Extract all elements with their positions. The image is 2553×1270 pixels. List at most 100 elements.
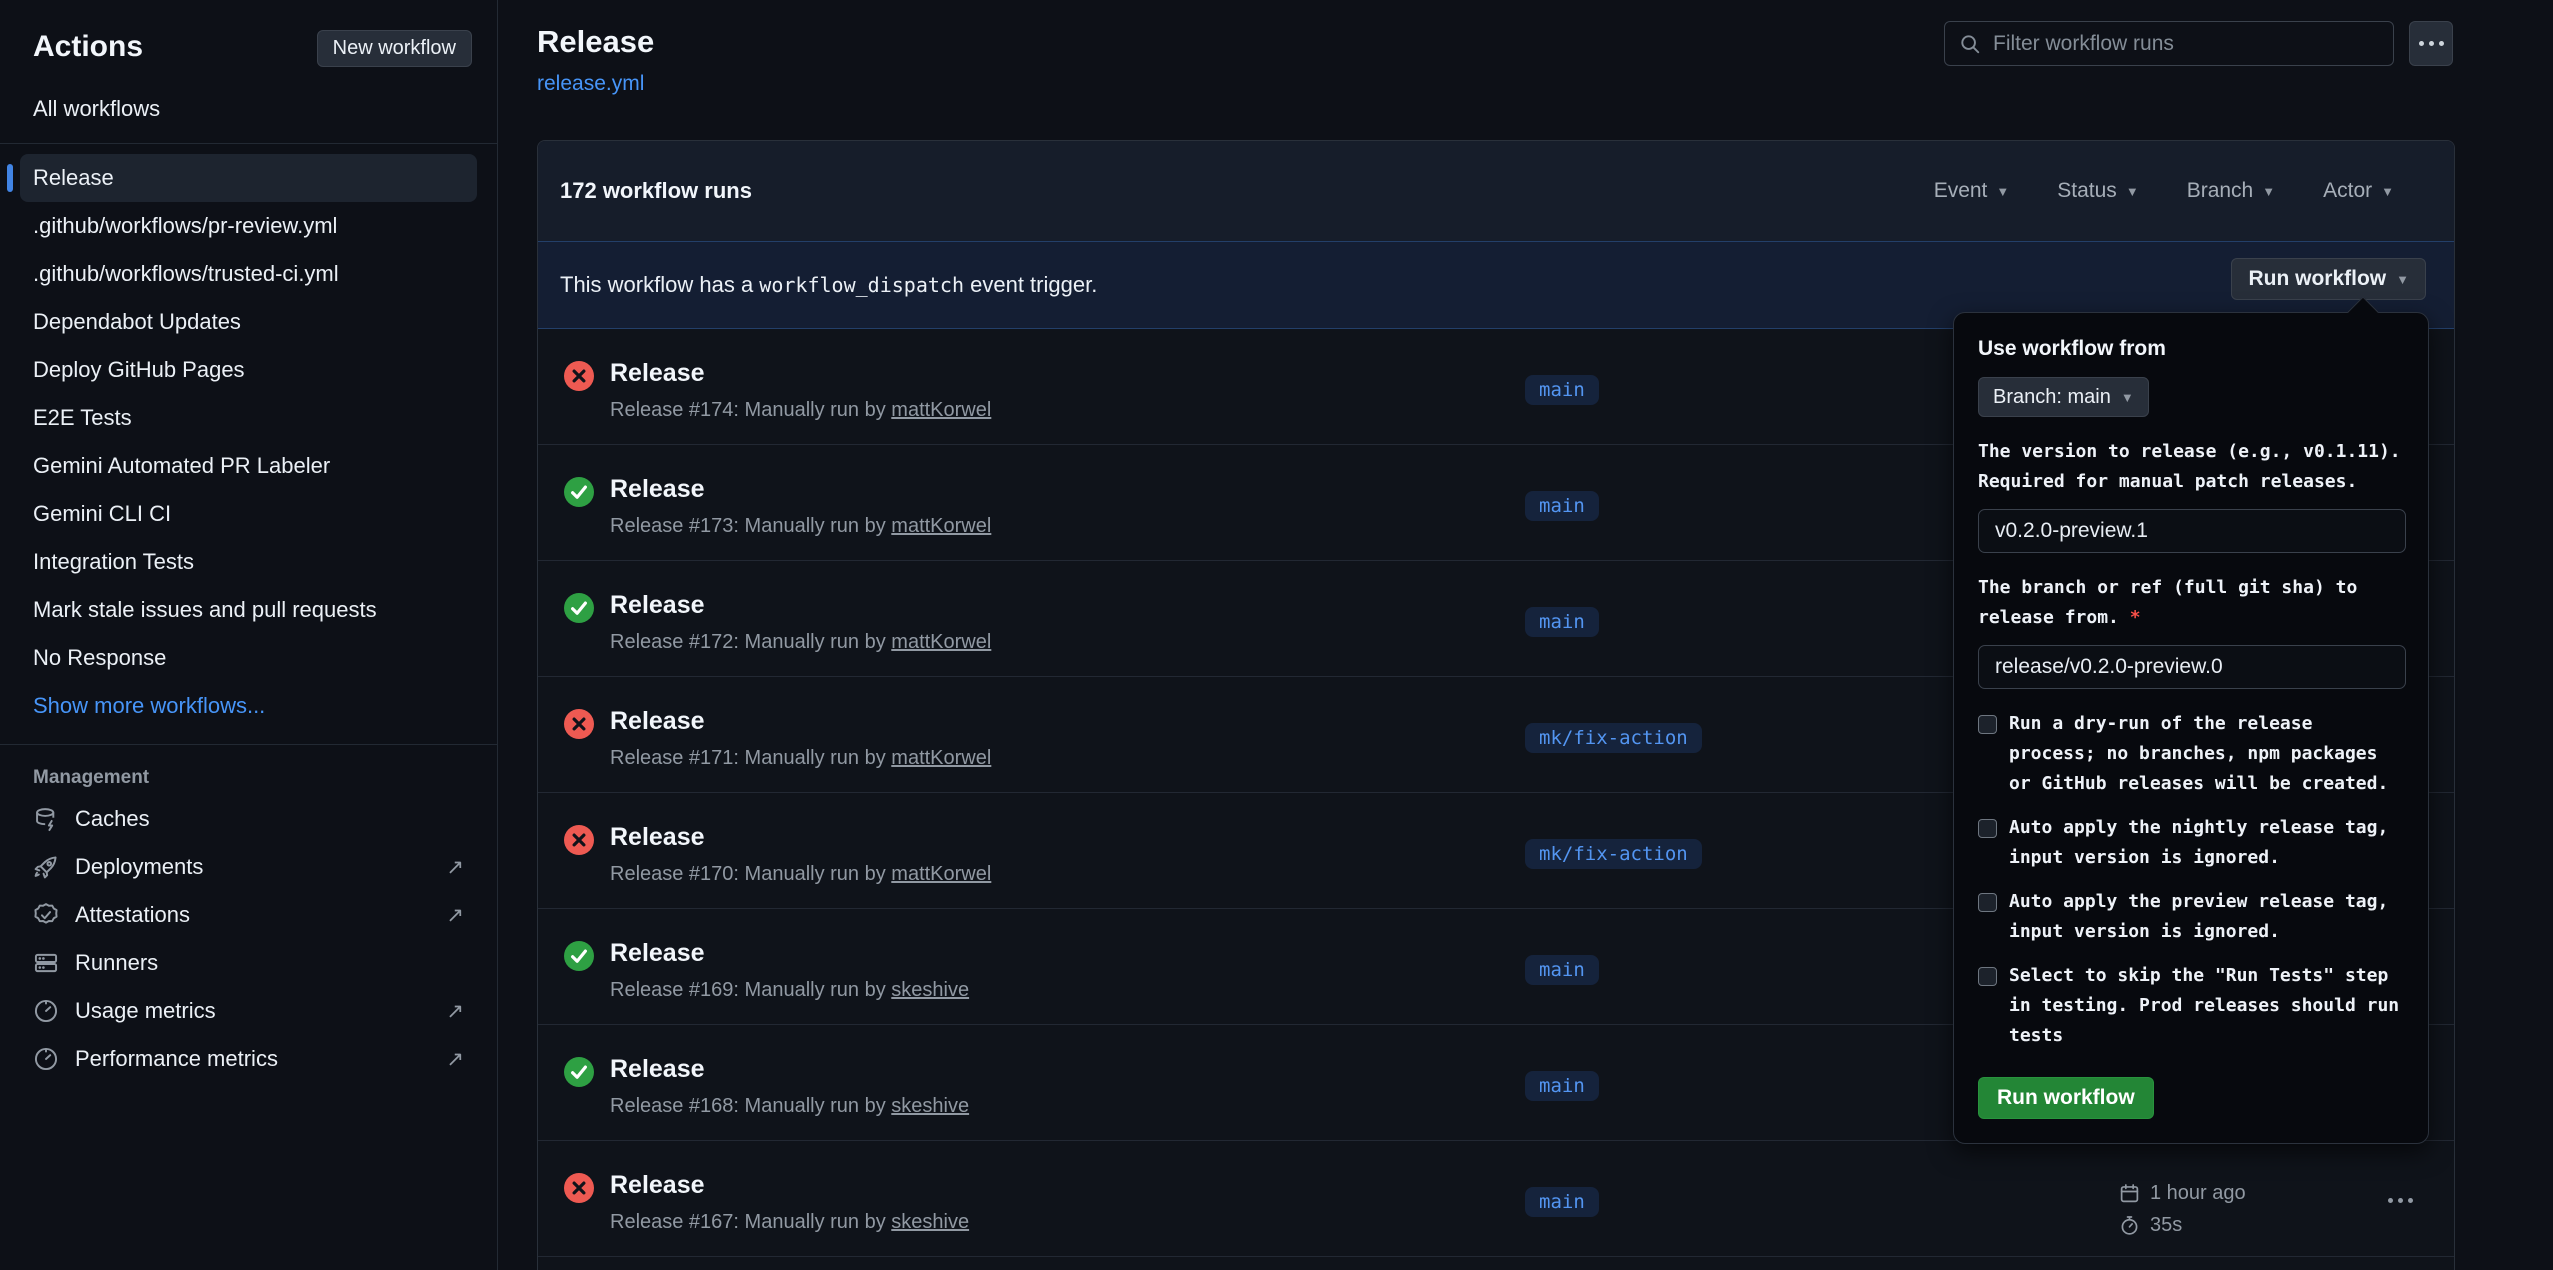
success-icon bbox=[564, 1057, 594, 1087]
sidebar-workflow-item[interactable]: .github/workflows/pr-review.yml bbox=[20, 202, 477, 250]
management-item[interactable]: Attestations ↗ bbox=[20, 891, 477, 939]
workflow-run-row[interactable] bbox=[538, 1257, 2454, 1270]
workflow-title: Release bbox=[537, 24, 654, 60]
rocket-icon bbox=[33, 854, 59, 880]
run-title[interactable]: Release bbox=[610, 937, 969, 969]
sidebar-workflow-item[interactable]: E2E Tests bbox=[20, 394, 477, 442]
checkbox-row[interactable]: Auto apply the nightly release tag, inpu… bbox=[1978, 813, 2404, 873]
branch-chip[interactable]: main bbox=[1525, 491, 1599, 521]
management-item[interactable]: Usage metrics ↗ bbox=[20, 987, 477, 1035]
sidebar: Actions New workflow All workflows Relea… bbox=[0, 0, 498, 1270]
branch-chip[interactable]: mk/fix-action bbox=[1525, 723, 1702, 753]
popover-checkbox-list: Run a dry-run of the release process; no… bbox=[1978, 709, 2404, 1051]
filter-dropdown[interactable]: Event ▼ bbox=[1934, 179, 2010, 203]
chevron-down-icon: ▼ bbox=[2381, 184, 2394, 199]
run-duration: 35s bbox=[2150, 1214, 2182, 1237]
sidebar-workflow-label: Show more workflows... bbox=[33, 693, 265, 719]
checkbox-row[interactable]: Select to skip the "Run Tests" step in t… bbox=[1978, 961, 2404, 1051]
checkbox[interactable] bbox=[1978, 715, 1997, 734]
actor-link[interactable]: mattKorwel bbox=[891, 631, 991, 653]
run-menu-button[interactable] bbox=[2388, 1191, 2413, 1206]
actor-link[interactable]: skeshive bbox=[891, 979, 969, 1001]
branch-selector-button[interactable]: Branch: main ▼ bbox=[1978, 377, 2149, 417]
checkbox[interactable] bbox=[1978, 819, 1997, 838]
run-title[interactable]: Release bbox=[610, 473, 991, 505]
meter-icon bbox=[33, 998, 59, 1024]
kebab-icon bbox=[2388, 1198, 2413, 1203]
version-input-label: The version to release (e.g., v0.1.11). … bbox=[1978, 437, 2404, 497]
branch-chip[interactable]: main bbox=[1525, 955, 1599, 985]
run-subtitle: Release #169: Manually run by skeshive bbox=[610, 979, 969, 1002]
failure-icon bbox=[564, 825, 594, 855]
management-item-label: Performance metrics bbox=[75, 1046, 278, 1072]
filter-dropdown[interactable]: Status ▼ bbox=[2057, 179, 2138, 203]
checkbox-label: Auto apply the preview release tag, inpu… bbox=[2009, 887, 2404, 947]
branch-chip[interactable]: main bbox=[1525, 607, 1599, 637]
management-item-label: Usage metrics bbox=[75, 998, 216, 1024]
sidebar-workflow-label: .github/workflows/trusted-ci.yml bbox=[33, 261, 339, 287]
external-link-icon: ↗ bbox=[446, 855, 464, 880]
sidebar-workflow-item[interactable]: Integration Tests bbox=[20, 538, 477, 586]
run-title[interactable]: Release bbox=[610, 589, 991, 621]
run-title[interactable]: Release bbox=[610, 1053, 969, 1085]
filter-dropdown[interactable]: Actor ▼ bbox=[2323, 179, 2394, 203]
management-item[interactable]: Caches ↗ bbox=[20, 795, 477, 843]
sidebar-workflow-label: Gemini Automated PR Labeler bbox=[33, 453, 330, 479]
actor-link[interactable]: mattKorwel bbox=[891, 747, 991, 769]
sidebar-workflow-label: No Response bbox=[33, 645, 166, 671]
verified-icon bbox=[33, 902, 59, 928]
checkbox[interactable] bbox=[1978, 893, 1997, 912]
run-title[interactable]: Release bbox=[610, 357, 991, 389]
branch-chip[interactable]: main bbox=[1525, 1071, 1599, 1101]
calendar-icon bbox=[2119, 1183, 2140, 1204]
actor-link[interactable]: mattKorwel bbox=[891, 863, 991, 885]
success-icon bbox=[564, 941, 594, 971]
sidebar-workflow-item[interactable]: Show more workflows... bbox=[20, 682, 477, 730]
checkbox-row[interactable]: Auto apply the preview release tag, inpu… bbox=[1978, 887, 2404, 947]
run-workflow-submit-button[interactable]: Run workflow bbox=[1978, 1077, 2154, 1119]
run-title[interactable]: Release bbox=[610, 705, 991, 737]
sidebar-workflow-item[interactable]: Gemini Automated PR Labeler bbox=[20, 442, 477, 490]
sidebar-workflow-item[interactable]: Gemini CLI CI bbox=[20, 490, 477, 538]
version-input[interactable] bbox=[1978, 509, 2406, 553]
actor-link[interactable]: mattKorwel bbox=[891, 515, 991, 537]
sidebar-workflow-label: Release bbox=[33, 165, 114, 191]
workflow-run-row[interactable]: Release Release #167: Manually run by sk… bbox=[538, 1141, 2454, 1257]
actor-link[interactable]: skeshive bbox=[891, 1095, 969, 1117]
run-title[interactable]: Release bbox=[610, 1169, 969, 1201]
external-link-icon: ↗ bbox=[446, 999, 464, 1024]
selected-indicator bbox=[7, 164, 13, 192]
checkbox-label: Select to skip the "Run Tests" step in t… bbox=[2009, 961, 2404, 1051]
management-item[interactable]: Runners ↗ bbox=[20, 939, 477, 987]
ref-input[interactable] bbox=[1978, 645, 2406, 689]
failure-icon bbox=[564, 361, 594, 391]
workflow-file-link[interactable]: release.yml bbox=[537, 72, 644, 96]
branch-chip[interactable]: main bbox=[1525, 1187, 1599, 1217]
checkbox[interactable] bbox=[1978, 967, 1997, 986]
actor-link[interactable]: skeshive bbox=[891, 1211, 969, 1233]
management-item[interactable]: Deployments ↗ bbox=[20, 843, 477, 891]
new-workflow-button[interactable]: New workflow bbox=[317, 30, 472, 67]
run-subtitle: Release #167: Manually run by skeshive bbox=[610, 1211, 969, 1234]
stopwatch-icon bbox=[2119, 1215, 2140, 1236]
sidebar-workflow-item[interactable]: .github/workflows/trusted-ci.yml bbox=[20, 250, 477, 298]
branch-chip[interactable]: main bbox=[1525, 375, 1599, 405]
filter-dropdown[interactable]: Branch ▼ bbox=[2187, 179, 2275, 203]
run-title[interactable]: Release bbox=[610, 821, 991, 853]
banner-text: This workflow has a bbox=[560, 272, 759, 297]
sidebar-workflow-item[interactable]: No Response bbox=[20, 634, 477, 682]
filter-workflow-runs-input[interactable] bbox=[1993, 32, 2379, 56]
branch-chip[interactable]: mk/fix-action bbox=[1525, 839, 1702, 869]
sidebar-workflow-item[interactable]: Mark stale issues and pull requests bbox=[20, 586, 477, 634]
actor-link[interactable]: mattKorwel bbox=[891, 399, 991, 421]
sidebar-workflow-item[interactable]: Dependabot Updates bbox=[20, 298, 477, 346]
checkbox-row[interactable]: Run a dry-run of the release process; no… bbox=[1978, 709, 2404, 799]
management-item[interactable]: Performance metrics ↗ bbox=[20, 1035, 477, 1083]
sidebar-item-all-workflows[interactable]: All workflows bbox=[33, 96, 160, 122]
management-list: Caches ↗ bbox=[0, 795, 497, 1083]
workflow-options-button[interactable] bbox=[2409, 21, 2453, 66]
chevron-down-icon: ▼ bbox=[2262, 184, 2275, 199]
run-workflow-dropdown-button[interactable]: Run workflow ▼ bbox=[2231, 258, 2426, 300]
sidebar-workflow-item[interactable]: Release bbox=[20, 154, 477, 202]
sidebar-workflow-item[interactable]: Deploy GitHub Pages bbox=[20, 346, 477, 394]
